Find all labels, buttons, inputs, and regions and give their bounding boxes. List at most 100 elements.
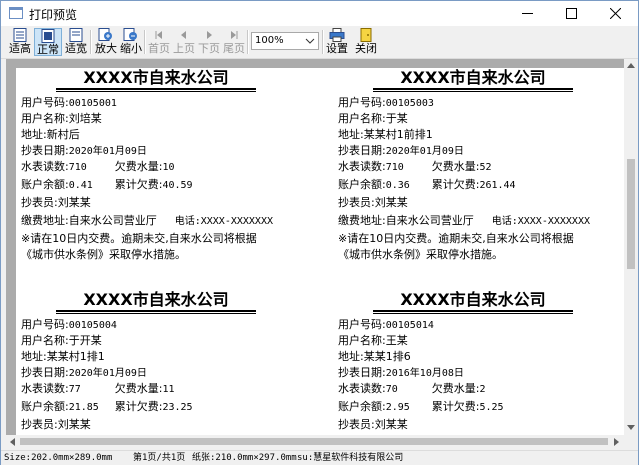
scroll-right-icon[interactable]	[614, 438, 620, 446]
close-preview-button[interactable]: 关闭	[354, 28, 378, 56]
zoom-in-button[interactable]: 放大	[94, 28, 118, 56]
zoom-out-label: 缩小	[120, 42, 142, 55]
toolbar: 适高 正常 适宽 放大 缩小 首页 上页 下页 尾页 100% 设置 关闭	[1, 26, 638, 59]
toolbar-separator	[322, 30, 324, 54]
user-code-line: 用户号码:00105003	[338, 96, 434, 109]
user-name-line: 用户名称:刘培某	[21, 112, 102, 125]
last-page-label: 尾页	[223, 42, 245, 55]
water-bill: XXXX市自来水公司 用户号码:00105004 用户名称:于开某 地址:某某村…	[21, 290, 291, 435]
read-date-line: 抄表日期:2016年10月08日	[338, 366, 464, 379]
title-underline	[373, 88, 573, 90]
fit-height-icon	[13, 28, 27, 42]
next-page-label: 下页	[198, 42, 220, 55]
toolbar-separator	[144, 30, 146, 54]
reader-line: 抄表员:刘某某	[338, 418, 408, 431]
maximize-button[interactable]	[550, 1, 594, 26]
read-date-line: 抄表日期:2020年01月09日	[338, 144, 464, 157]
window-title: 打印预览	[29, 8, 78, 22]
scroll-up-icon[interactable]	[627, 62, 635, 68]
bill-title: XXXX市自来水公司	[83, 68, 229, 87]
water-bill: XXXX市自来水公司 用户号码:00105003 用户名称:于某 地址:某某村1…	[338, 68, 608, 268]
minimize-icon	[522, 13, 533, 14]
zoom-in-icon	[98, 28, 112, 41]
scroll-down-icon[interactable]	[627, 425, 635, 431]
read-date-line: 抄表日期:2020年01月09日	[21, 144, 147, 157]
title-underline	[56, 91, 256, 92]
zoom-value: 100%	[255, 35, 284, 46]
next-page-icon	[207, 31, 212, 39]
zoom-in-label: 放大	[95, 42, 117, 55]
fit-width-label: 适宽	[65, 42, 87, 55]
pay-address-line: 缴费地址:自来水公司营业厅 电话:XXXX-XXXXXXX	[338, 214, 590, 227]
reader-line: 抄表员:刘某某	[21, 418, 91, 431]
fit-height-button[interactable]: 适高	[7, 28, 33, 56]
zoom-dropdown[interactable]: 100%	[251, 32, 319, 50]
bill-title: XXXX市自来水公司	[83, 290, 229, 309]
printer-settings-icon	[329, 28, 345, 42]
meter-line: 水表读数:710 欠费水量:10	[21, 160, 175, 173]
title-underline	[373, 313, 573, 314]
balance-line: 账户余额:0.41 累计欠费:40.59	[21, 178, 193, 191]
user-code-line: 用户号码:00105004	[21, 318, 117, 331]
first-page-button[interactable]: 首页	[147, 28, 171, 56]
normal-size-label: 正常	[37, 43, 59, 56]
last-page-button[interactable]: 尾页	[222, 28, 246, 56]
zoom-out-button[interactable]: 缩小	[119, 28, 143, 56]
title-underline	[373, 310, 573, 312]
balance-line: 账户余额:2.95 累计欠费:5.25	[338, 400, 504, 413]
bill-title: XXXX市自来水公司	[400, 68, 546, 87]
notice-line: 《城市供水条例》采取停水措施。	[21, 248, 186, 261]
water-bill: XXXX市自来水公司 用户号码:00105001 用户名称:刘培某 地址:新村后…	[21, 68, 291, 268]
close-preview-label: 关闭	[355, 42, 377, 55]
settings-button[interactable]: 设置	[325, 28, 349, 56]
toolbar-separator	[247, 30, 249, 54]
prev-page-label: 上页	[173, 42, 195, 55]
first-page-label: 首页	[148, 42, 170, 55]
settings-label: 设置	[326, 42, 348, 55]
prev-page-icon	[181, 31, 186, 39]
minimize-button[interactable]	[506, 1, 550, 26]
close-door-icon	[360, 28, 372, 42]
fit-width-icon	[69, 28, 83, 42]
fit-width-button[interactable]: 适宽	[63, 28, 89, 56]
user-code-line: 用户号码:00105001	[21, 96, 117, 109]
user-name-line: 用户名称:王某	[338, 334, 408, 347]
meter-line: 水表读数:710 欠费水量:52	[338, 160, 492, 173]
close-icon	[610, 8, 621, 19]
title-bar[interactable]: 打印预览	[1, 1, 638, 26]
scroll-left-icon[interactable]	[9, 438, 15, 446]
status-paper: 纸张:210.0mm×297.0mm	[192, 453, 297, 463]
title-underline	[373, 91, 573, 92]
maximize-icon	[566, 8, 577, 19]
address-line: 地址:新村后	[21, 128, 80, 141]
horizontal-scrollbar[interactable]	[6, 435, 624, 448]
close-window-button[interactable]	[594, 1, 638, 26]
user-name-line: 用户名称:于某	[338, 112, 408, 125]
prev-page-button[interactable]: 上页	[172, 28, 196, 56]
app-window-icon	[9, 7, 23, 19]
meter-line: 水表读数:70 欠费水量:2	[338, 382, 486, 395]
status-page: 第1页/共1页	[133, 453, 186, 463]
last-page-icon	[231, 31, 238, 39]
user-name-line: 用户名称:于开某	[21, 334, 102, 347]
vertical-scroll-thumb[interactable]	[627, 159, 635, 269]
reader-line: 抄表员:刘某某	[21, 196, 91, 209]
first-page-icon	[155, 31, 162, 39]
notice-line: 《城市供水条例》采取停水措施。	[338, 248, 503, 261]
next-page-button[interactable]: 下页	[197, 28, 221, 56]
paper-page: XXXX市自来水公司 用户号码:00105001 用户名称:刘培某 地址:新村后…	[16, 68, 624, 435]
address-line: 地址:某某村1排1	[21, 350, 105, 363]
pay-address-line: 缴费地址:自来水公司营业厅 电话:XXXX-XXXXXXX	[21, 214, 273, 227]
preview-area[interactable]: XXXX市自来水公司 用户号码:00105001 用户名称:刘培某 地址:新村后…	[6, 59, 624, 435]
notice-line: ※请在10日内交费。逾期未交,自来水公司将根据	[21, 232, 257, 245]
title-underline	[56, 313, 256, 314]
normal-size-icon	[41, 29, 55, 43]
status-bar: Size:202.0mm×289.0mm 第1页/共1页 纸张:210.0mm×…	[1, 450, 638, 465]
status-company: su:慧星软件科技有限公司	[297, 453, 404, 463]
address-line: 地址:某某村1前排1	[338, 128, 433, 141]
print-preview-window: 打印预览 适高 正常 适宽 放大 缩小 首页 上页 下页 尾页 100% 设置 …	[0, 0, 639, 465]
horizontal-scroll-thumb[interactable]	[20, 438, 608, 445]
toolbar-separator	[90, 30, 92, 54]
vertical-scrollbar[interactable]	[624, 59, 638, 435]
normal-size-button[interactable]: 正常	[34, 28, 62, 56]
